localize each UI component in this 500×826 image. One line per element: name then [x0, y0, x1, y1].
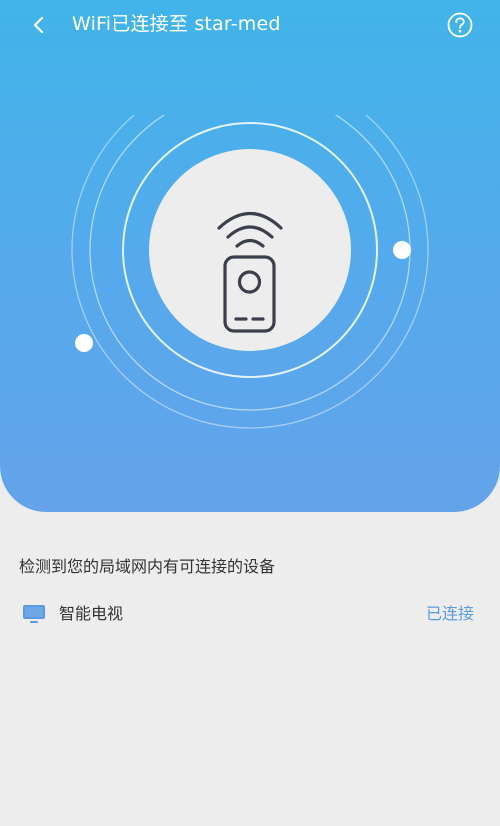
help-button[interactable] [446, 11, 474, 39]
radar-center-disc [149, 149, 351, 351]
radar-dot-right [393, 241, 411, 259]
device-name: 智能电视 [59, 604, 124, 623]
question-circle-icon [447, 12, 473, 38]
app-screen: WiFi已连接至 star-med 检测到您的局域网内有可连接的设备 智能电视 … [0, 0, 500, 826]
page-title: WiFi已连接至 star-med [72, 13, 281, 35]
devices-section-title: 检测到您的局域网内有可连接的设备 [19, 557, 276, 576]
back-button[interactable] [22, 10, 56, 40]
device-row-smart-tv[interactable]: 智能电视 已连接 [0, 596, 500, 632]
chevron-left-icon [33, 16, 44, 34]
hero-panel: WiFi已连接至 star-med [0, 0, 500, 512]
device-status: 已连接 [425, 604, 474, 623]
connection-radar [71, 115, 429, 429]
device-subtitle: · · ·- · · [66, 631, 112, 644]
tv-icon [23, 605, 45, 623]
header-bar: WiFi已连接至 star-med [0, 0, 500, 50]
radar-dot-left [75, 334, 93, 352]
